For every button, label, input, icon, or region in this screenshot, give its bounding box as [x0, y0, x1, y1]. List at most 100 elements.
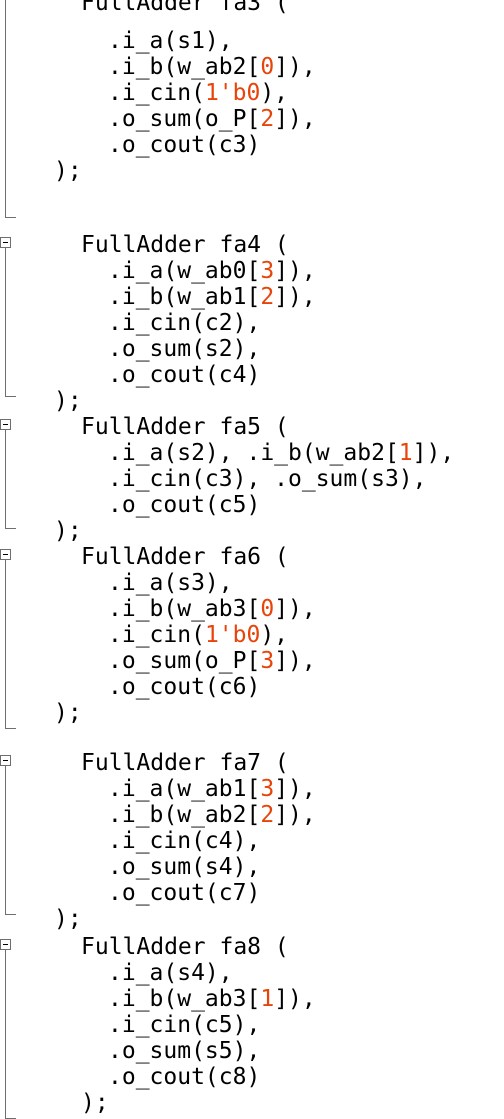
- code-token: .o_cout(c7): [108, 880, 261, 906]
- fold-marker[interactable]: [0, 939, 16, 1119]
- fold-end-tick: [5, 217, 16, 218]
- collapse-icon[interactable]: [0, 939, 11, 950]
- fold-end-tick: [5, 728, 16, 729]
- collapse-icon[interactable]: [0, 549, 11, 560]
- code-line[interactable]: FullAdder fa5 (: [81, 414, 289, 440]
- code-token: ]),: [412, 440, 455, 466]
- code-line[interactable]: .i_a(s1),: [108, 28, 233, 54]
- numeric-literal: 0: [260, 54, 275, 80]
- code-token: .i_a(w_ab1[: [108, 776, 261, 802]
- numeric-literal: 3: [260, 776, 275, 802]
- code-line[interactable]: .i_cin(c5),: [108, 1012, 260, 1038]
- code-line[interactable]: .i_a(s2), .i_b(w_ab2[1]),: [108, 440, 454, 466]
- fold-marker[interactable]: [0, 549, 16, 729]
- code-token: .o_sum(o_P[: [108, 106, 261, 132]
- code-line[interactable]: .o_sum(s5),: [108, 1038, 260, 1064]
- code-token: .o_sum(s4),: [108, 854, 261, 880]
- code-line[interactable]: .o_sum(o_P[2]),: [108, 106, 316, 132]
- code-line[interactable]: .i_a(s3),: [108, 570, 233, 596]
- code-token: ]),: [274, 986, 316, 1012]
- fold-marker[interactable]: [0, 237, 16, 397]
- code-token: .o_sum(s5),: [108, 1038, 261, 1064]
- code-line[interactable]: FullAdder fa6 (: [81, 544, 289, 570]
- code-line[interactable]: .i_a(w_ab1[3]),: [108, 776, 316, 802]
- code-token: .i_a(s4),: [108, 960, 233, 986]
- code-token: .i_cin(c4),: [108, 828, 261, 854]
- code-line[interactable]: FullAdder fa3 (: [81, 0, 289, 16]
- code-token: .i_b(w_ab3[: [108, 986, 261, 1012]
- code-editor[interactable]: FullAdder fa3 ( .i_a(s1), .i_b(w_ab2[0]),.…: [0, 0, 504, 1119]
- code-token: ]),: [274, 106, 316, 132]
- code-token: .i_b(w_ab3[: [108, 596, 261, 622]
- code-token: ),: [260, 80, 289, 106]
- code-token: .i_a(s1),: [108, 28, 233, 54]
- code-line[interactable]: .i_b(w_ab3[1]),: [108, 986, 316, 1012]
- fold-guide-line: [5, 950, 6, 1119]
- code-line[interactable]: .i_cin(1'b0),: [108, 622, 288, 648]
- code-line[interactable]: .i_b(w_ab2[0]),: [108, 54, 316, 80]
- code-line[interactable]: .i_a(s4),: [108, 960, 233, 986]
- code-line[interactable]: .i_cin(c3), .o_sum(s3),: [108, 466, 427, 492]
- code-token: FullAdder fa8 (: [81, 934, 289, 960]
- code-token: ]),: [274, 776, 316, 802]
- code-line[interactable]: .o_sum(s4),: [108, 854, 260, 880]
- code-token: .i_cin(: [108, 622, 205, 648]
- code-token: ]),: [274, 284, 316, 310]
- code-token: FullAdder fa6 (: [81, 544, 289, 570]
- code-token: .o_cout(c3): [108, 132, 261, 158]
- code-line[interactable]: .o_cout(c7): [108, 880, 260, 906]
- code-line[interactable]: .i_cin(c2),: [108, 310, 260, 336]
- code-line[interactable]: );: [54, 906, 82, 932]
- fold-guide-line: [5, 0, 6, 218]
- code-line[interactable]: );: [54, 158, 82, 184]
- code-token: ),: [260, 622, 289, 648]
- code-line[interactable]: FullAdder fa8 (: [81, 934, 289, 960]
- code-token: ]),: [274, 802, 316, 828]
- collapse-icon[interactable]: [0, 419, 11, 430]
- numeric-literal: 1: [398, 440, 413, 466]
- code-line[interactable]: .o_cout(c5): [108, 492, 260, 518]
- code-token: );: [54, 906, 82, 932]
- numeric-literal: 1: [260, 986, 275, 1012]
- code-line[interactable]: );: [54, 388, 82, 414]
- code-line[interactable]: );: [54, 700, 82, 726]
- code-token: );: [54, 518, 82, 544]
- code-token: .i_a(s2), .i_b(w_ab2[: [108, 440, 399, 466]
- collapse-icon[interactable]: [0, 237, 11, 248]
- code-token: .o_cout(c4): [108, 362, 261, 388]
- numeric-literal: 0: [260, 596, 275, 622]
- code-token: );: [81, 1090, 109, 1116]
- fold-end-tick: [5, 914, 16, 915]
- numeric-literal: 2: [260, 106, 275, 132]
- fold-end-tick: [5, 528, 16, 529]
- code-line[interactable]: .o_cout(c8): [108, 1064, 260, 1090]
- code-line[interactable]: .o_cout(c6): [108, 674, 260, 700]
- code-line[interactable]: .i_b(w_ab2[2]),: [108, 802, 316, 828]
- code-line[interactable]: .o_sum(o_P[3]),: [108, 648, 316, 674]
- fold-marker[interactable]: [0, 419, 16, 529]
- code-line[interactable]: .i_a(w_ab0[3]),: [108, 258, 316, 284]
- code-token: .o_sum(s2),: [108, 336, 261, 362]
- fold-end-tick: [5, 396, 16, 397]
- code-token: FullAdder fa3 (: [81, 0, 289, 16]
- code-token: ]),: [274, 596, 316, 622]
- collapse-icon[interactable]: [0, 755, 11, 766]
- code-line[interactable]: .o_sum(s2),: [108, 336, 260, 362]
- code-line[interactable]: .o_cout(c3): [108, 132, 260, 158]
- code-line[interactable]: );: [81, 1090, 109, 1116]
- code-token: FullAdder fa4 (: [81, 232, 289, 258]
- code-token: );: [54, 700, 82, 726]
- code-line[interactable]: FullAdder fa4 (: [81, 232, 289, 258]
- fold-marker[interactable]: [0, 755, 16, 915]
- code-line[interactable]: );: [54, 518, 82, 544]
- code-token: .i_cin(c2),: [108, 310, 261, 336]
- fold-marker[interactable]: [0, 0, 16, 218]
- code-line[interactable]: FullAdder fa7 (: [81, 750, 289, 776]
- code-line[interactable]: .i_b(w_ab3[0]),: [108, 596, 316, 622]
- code-line[interactable]: .i_cin(1'b0),: [108, 80, 288, 106]
- fold-guide-line: [5, 430, 6, 529]
- code-line[interactable]: .i_b(w_ab1[2]),: [108, 284, 316, 310]
- code-token: ]),: [274, 54, 316, 80]
- code-line[interactable]: .i_cin(c4),: [108, 828, 260, 854]
- code-line[interactable]: .o_cout(c4): [108, 362, 260, 388]
